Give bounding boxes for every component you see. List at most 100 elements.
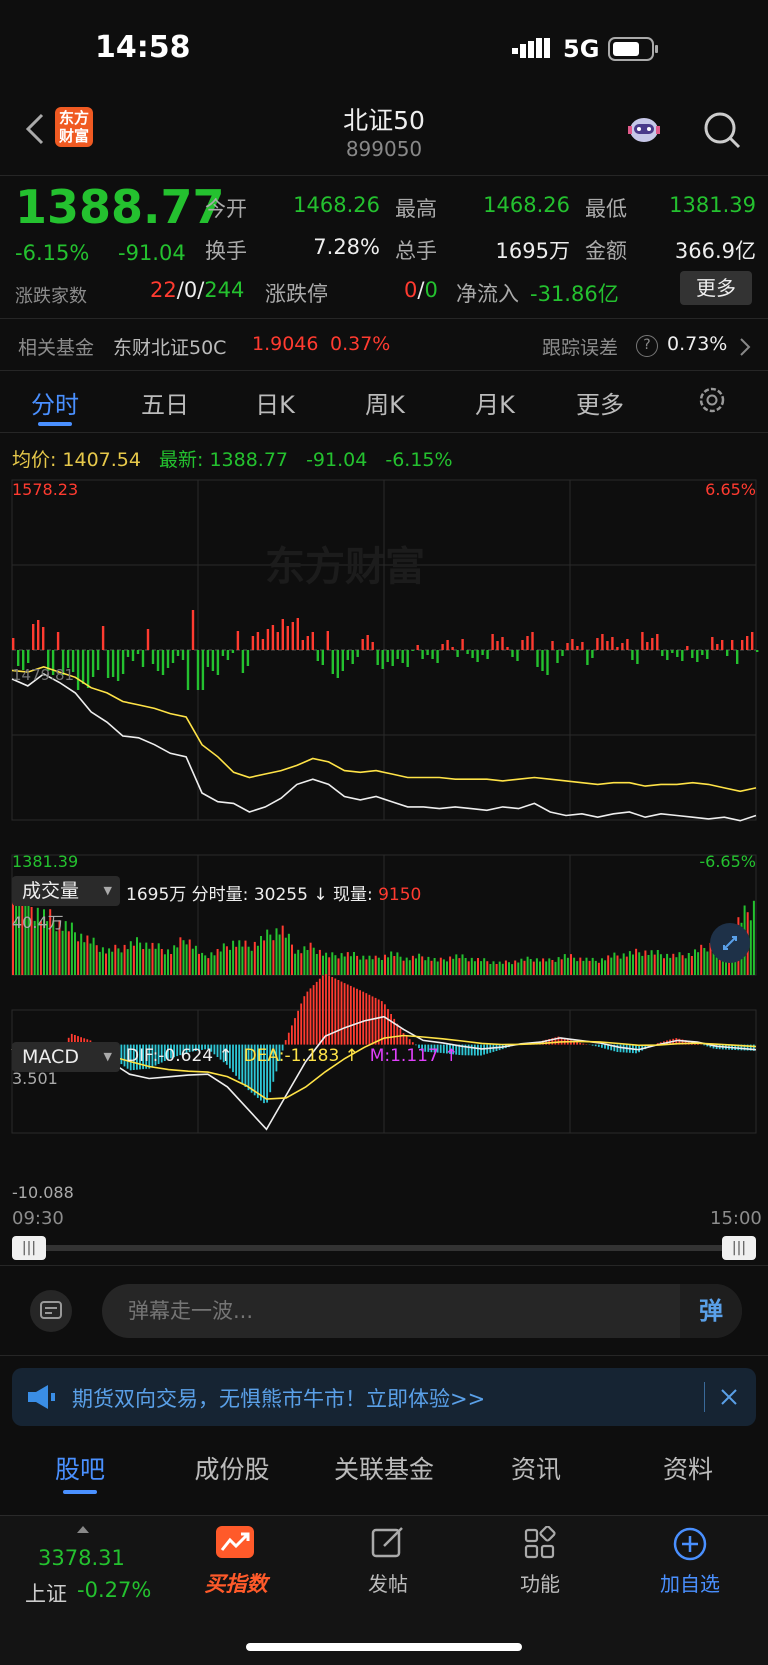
buy-index-button[interactable]: 买指数 [196, 1526, 276, 1606]
volume-bar [535, 958, 538, 975]
macd-bar [349, 985, 352, 1045]
comment-settings-icon[interactable] [30, 1290, 72, 1332]
flow-bar [261, 639, 265, 650]
flow-bar [586, 650, 589, 665]
flow-bar [516, 650, 519, 661]
volume-selector[interactable]: 成交量 ▼ [12, 876, 120, 906]
index-ticker[interactable]: 3378.31 上证 -0.27% [15, 1526, 165, 1606]
tab-more[interactable]: 更多 [545, 385, 655, 420]
macd-bar [477, 1044, 479, 1056]
volume-bar [442, 959, 445, 975]
volume-bar [353, 952, 355, 975]
flow-bar [416, 645, 419, 650]
flow-bar [291, 622, 294, 650]
volume-bar [380, 960, 383, 975]
more-button[interactable]: 更多 [680, 271, 752, 305]
flow-bar [42, 627, 45, 650]
macd-bar [315, 981, 318, 1045]
volume-bar [123, 944, 126, 975]
flow-bar [631, 650, 634, 660]
comment-text-field[interactable] [102, 1284, 680, 1338]
flow-bar [161, 650, 165, 675]
tab-profile[interactable]: 资料 [618, 1450, 758, 1486]
flow-bar [246, 650, 250, 666]
macd-bar [703, 1044, 706, 1046]
brand-logo-text: 东方财富 [58, 109, 89, 145]
volume-bar [145, 942, 148, 975]
post-button[interactable]: 发帖 [348, 1526, 428, 1606]
fund-name[interactable]: 东财北证50C [113, 333, 226, 360]
macd-bar [390, 1014, 392, 1045]
tab-related-funds[interactable]: 关联基金 [314, 1450, 454, 1486]
volume-bar [167, 949, 169, 975]
tab-guba[interactable]: 股吧 [10, 1450, 150, 1486]
flow-bar [626, 639, 629, 650]
volume-bar [424, 960, 427, 975]
close-icon[interactable] [720, 1388, 738, 1406]
fullscreen-icon[interactable] [710, 923, 750, 963]
volume-bar [89, 943, 92, 975]
macd-selector[interactable]: MACD ▼ [12, 1042, 120, 1072]
flow-bar [27, 650, 30, 663]
turnover-value: 7.28% [313, 235, 380, 259]
back-icon[interactable] [20, 111, 50, 147]
volume-bar [83, 942, 86, 975]
chevron-right-icon[interactable] [738, 337, 752, 357]
flow-bar [341, 650, 344, 671]
volume-bar [619, 958, 622, 975]
high-value: 1468.26 [483, 193, 570, 217]
tab-constituents[interactable]: 成份股 [162, 1450, 302, 1486]
volume-bar [520, 958, 523, 975]
tab-five-day[interactable]: 五日 [110, 385, 220, 420]
help-icon[interactable]: ? [636, 335, 658, 357]
flow-bar [171, 650, 175, 663]
plus-circle-icon [672, 1526, 708, 1562]
flow-bar [601, 634, 604, 650]
flow-bar [376, 650, 379, 665]
volume-bar [191, 948, 194, 975]
volume-bar [597, 962, 600, 975]
volume-bar [396, 952, 399, 975]
fund-price: 1.9046 [252, 333, 319, 355]
slider-left-handle[interactable]: ||| [12, 1236, 46, 1260]
comment-input[interactable]: 弹 [102, 1284, 742, 1338]
tab-news[interactable]: 资讯 [466, 1450, 606, 1486]
promo-banner[interactable]: 期货双向交易，无惧熊市牛市！立即体验>> [12, 1368, 756, 1426]
macd-bar [597, 1044, 600, 1047]
bottom-toolbar: 3378.31 上证 -0.27% 买指数 发帖 功能 加自选 [0, 1516, 768, 1665]
brand-logo[interactable]: 东方财富 [55, 107, 93, 147]
macd-bar [353, 987, 355, 1045]
robot-assistant-icon[interactable] [624, 110, 664, 150]
macd-bar [322, 975, 324, 1045]
macd-bar [356, 988, 358, 1045]
macd-bar [325, 974, 327, 1045]
tab-daily-k[interactable]: 日K [220, 385, 330, 420]
settings-icon[interactable] [697, 385, 727, 415]
flow-bar [736, 650, 739, 664]
volume-bar [539, 961, 541, 975]
danmu-button[interactable]: 弹 [680, 1284, 742, 1338]
flow-bar [546, 650, 549, 675]
volume-bar [393, 956, 396, 975]
tab-weekly-k[interactable]: 周K [330, 385, 440, 420]
volume-bar [508, 962, 510, 975]
function-button[interactable]: 功能 [500, 1525, 580, 1606]
tab-intraday[interactable]: 分时 [0, 385, 110, 420]
slider-right-handle[interactable]: ||| [722, 1236, 756, 1260]
open-value: 1468.26 [293, 193, 380, 217]
macd-bar [467, 1044, 470, 1056]
search-icon[interactable] [702, 110, 742, 150]
status-time: 14:58 [95, 30, 191, 65]
flow-bar [616, 647, 619, 650]
tab-monthly-k[interactable]: 月K [440, 385, 550, 420]
add-watchlist-button[interactable]: 加自选 [650, 1526, 730, 1606]
flow-bar [236, 631, 240, 650]
flow-bar [696, 650, 699, 662]
flow-bar [576, 646, 579, 650]
volume-bar [439, 957, 442, 975]
macd-info: DIF:-0.624 ↑ DEA:-1.183 ↑ M:1.117 ↑ [126, 1046, 459, 1066]
intraday-chart[interactable]: 东方财富 1578.23 6.65% 1479.81 1381.39 -6.65… [0, 470, 768, 1200]
flow-bar [461, 639, 464, 650]
flow-bar [596, 638, 599, 650]
range-slider[interactable]: ||| ||| [12, 1236, 756, 1260]
